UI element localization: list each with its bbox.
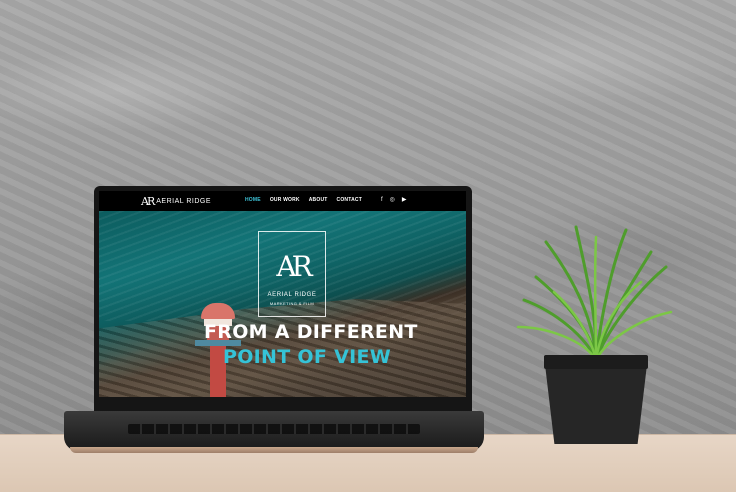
social-links: f ◎ ▶ — [381, 197, 407, 204]
hero-headline-line1: FROM A DIFFERENT — [204, 321, 418, 343]
instagram-icon[interactable]: ◎ — [390, 197, 395, 204]
nav-home[interactable]: HOME — [245, 197, 261, 203]
hero-section: AR AERIAL RIDGE MARKETING & FILM FROM A … — [99, 211, 466, 397]
site-logo[interactable]: AR AERIAL RIDGE — [141, 195, 211, 208]
laptop-keyboard — [128, 424, 420, 434]
emblem-subtitle: MARKETING & FILM — [269, 301, 315, 306]
nav-about[interactable]: ABOUT — [309, 197, 328, 203]
facebook-icon[interactable]: f — [381, 197, 383, 204]
hero-emblem: AR AERIAL RIDGE MARKETING & FILM — [258, 231, 326, 317]
nav-contact[interactable]: CONTACT — [337, 197, 362, 203]
emblem-title: AERIAL RIDGE — [267, 292, 317, 298]
plant-pot-rim — [544, 355, 648, 369]
youtube-icon[interactable]: ▶ — [402, 197, 407, 204]
laptop-screen: AR AERIAL RIDGE HOME OUR WORK ABOUT CONT… — [99, 191, 466, 397]
site-navbar: AR AERIAL RIDGE HOME OUR WORK ABOUT CONT… — [99, 191, 466, 211]
laptop-base-edge — [70, 447, 478, 453]
plant-leaves — [516, 225, 673, 362]
main-nav: HOME OUR WORK ABOUT CONTACT — [245, 197, 362, 203]
logo-mark: AR — [141, 195, 155, 208]
logo-text: AERIAL RIDGE — [156, 198, 211, 205]
emblem-mark: AR — [276, 250, 312, 283]
nav-our-work[interactable]: OUR WORK — [270, 197, 300, 203]
hero-headline-line2: POINT OF VIEW — [223, 346, 391, 368]
plant-pot — [544, 356, 648, 444]
